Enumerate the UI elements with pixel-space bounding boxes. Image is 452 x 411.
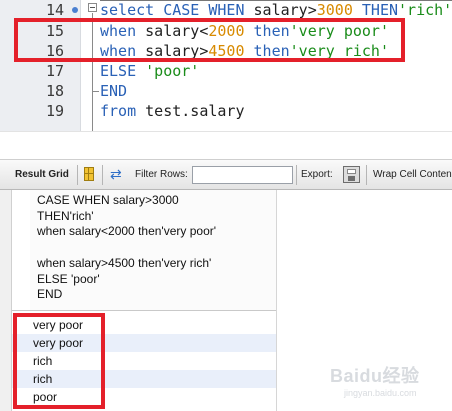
code-token: END [100, 82, 128, 100]
code-text: from test.salary [100, 101, 245, 121]
code-token: salary> [253, 1, 317, 19]
code-token: 'rich' [398, 1, 452, 19]
column-header[interactable]: CASE WHEN salary>3000 THEN'rich' when sa… [30, 190, 276, 310]
execution-marker-icon [72, 7, 78, 13]
code-text: END [100, 81, 127, 101]
code-token: WHEN [208, 1, 254, 19]
toolbar-separator [77, 165, 78, 185]
export-label: Export: [301, 169, 333, 180]
fold-end-icon [92, 81, 99, 92]
code-token: 3000 [316, 1, 353, 19]
code-token: CASE [163, 1, 209, 19]
code-line-14[interactable]: 14 select CASE WHEN salary>3000 THEN'ric… [0, 0, 452, 20]
code-token: THEN [352, 1, 399, 19]
sql-editor[interactable]: 14 select CASE WHEN salary>3000 THEN'ric… [0, 0, 452, 131]
annotation-highlight-box [14, 18, 405, 62]
code-line-17[interactable]: 17 ELSE 'poor' [0, 61, 452, 81]
line-number: 14 [45, 1, 64, 19]
annotation-highlight-box [13, 313, 105, 409]
line-number: 18 [45, 82, 64, 100]
wrap-cell-content-toggle[interactable]: Wrap Cell Conten [373, 169, 452, 180]
watermark-logo: Baidu经验 [330, 366, 420, 386]
result-toolbar: Result Grid ⇄ Filter Rows: Export: Wrap … [0, 159, 452, 190]
header-divider [12, 310, 276, 311]
grid-view-icon[interactable] [84, 167, 94, 181]
fold-toggle-icon[interactable] [88, 3, 97, 12]
code-token: ELSE [100, 62, 146, 80]
line-number: 17 [45, 62, 64, 80]
code-text: ELSE 'poor' [100, 61, 199, 81]
refresh-icon[interactable]: ⇄ [110, 167, 126, 181]
code-token: select [100, 1, 164, 19]
toolbar-separator [366, 165, 367, 185]
code-token: from [100, 102, 146, 120]
code-text: select CASE WHEN salary>3000 THEN'rich' [100, 0, 452, 20]
code-line-19[interactable]: 19 from test.salary [0, 101, 452, 121]
toolbar-separator [102, 165, 103, 185]
code-line-18[interactable]: 18 END [0, 81, 452, 101]
export-icon[interactable] [343, 166, 360, 183]
toolbar-separator [296, 165, 297, 185]
panel-splitter[interactable] [0, 131, 452, 160]
row-header-column [0, 190, 12, 411]
watermark-url: jingyan.baidu.com [344, 388, 417, 398]
code-token: 'poor' [145, 62, 200, 80]
filter-rows-label: Filter Rows: [135, 169, 188, 180]
column-divider [276, 190, 277, 411]
line-number: 19 [45, 102, 64, 120]
result-grid-tab[interactable]: Result Grid [15, 169, 69, 180]
code-token: test.salary [145, 102, 245, 120]
filter-rows-input[interactable] [192, 166, 293, 184]
